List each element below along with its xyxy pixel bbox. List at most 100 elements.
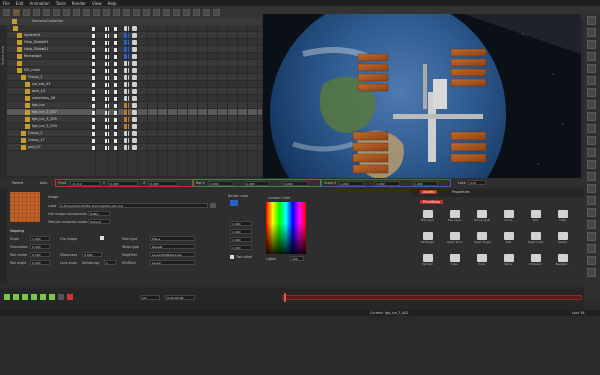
next-key-icon[interactable] xyxy=(40,294,46,300)
rot-z-field[interactable]: 0.000 xyxy=(282,181,308,186)
goto-end-icon[interactable] xyxy=(49,294,55,300)
primitive-item[interactable]: Cube xyxy=(555,209,570,224)
roll-center-field[interactable]: 0.500 xyxy=(30,252,50,257)
mag-filter-select[interactable]: LinearMipMapLinear xyxy=(150,252,195,257)
preview-icon[interactable] xyxy=(183,8,190,16)
scene-tree-row[interactable]: Group_17 xyxy=(7,137,262,144)
tab-parent[interactable]: Parent xyxy=(12,181,23,185)
camera-view-icon[interactable] xyxy=(587,100,596,109)
color-g-field[interactable]: 1.000 xyxy=(230,229,252,234)
scene-tree-row[interactable]: columbus_06 xyxy=(7,95,262,102)
scene-tree-row[interactable]: pod_07 xyxy=(7,144,262,151)
map-type-select[interactable]: Plane xyxy=(150,236,195,241)
cut-icon[interactable] xyxy=(53,8,60,16)
textured-icon[interactable] xyxy=(587,220,596,229)
texture-mode-select[interactable]: Default xyxy=(88,219,110,224)
scene-tree-row[interactable]: Group_1 xyxy=(7,74,262,81)
redo-icon[interactable] xyxy=(43,8,50,16)
primitive-item[interactable]: Super Cube xyxy=(528,231,543,246)
safe-frame-icon[interactable] xyxy=(587,184,596,193)
wrap-type-select[interactable]: Repeat xyxy=(150,244,195,249)
timeline-cursor[interactable] xyxy=(284,293,286,302)
menu-help[interactable]: Help xyxy=(107,1,116,6)
rotate-tool-icon[interactable] xyxy=(587,40,596,49)
goto-start-icon[interactable] xyxy=(4,294,10,300)
primitive-item[interactable]: Cone xyxy=(447,253,462,268)
copy-icon[interactable] xyxy=(63,8,70,16)
prev-key-icon[interactable] xyxy=(13,294,19,300)
help-icon[interactable] xyxy=(587,268,596,277)
browse-button[interactable] xyxy=(210,203,216,208)
light-tool-icon[interactable] xyxy=(587,112,596,121)
camera-icon[interactable] xyxy=(143,8,150,16)
scale-x-field[interactable]: 1.000 xyxy=(338,181,364,186)
hide-icon[interactable] xyxy=(587,244,596,253)
scene-tree-row[interactable] xyxy=(7,25,262,32)
3d-viewport[interactable] xyxy=(263,14,581,178)
move-icon[interactable] xyxy=(113,8,120,16)
primitive-item[interactable]: Disk xyxy=(501,231,516,246)
scene-tree-row[interactable]: fgb_ice_3_004 xyxy=(7,123,262,130)
flip-image-checkbox[interactable] xyxy=(100,236,104,240)
use-components-select[interactable]: RGBA xyxy=(88,211,110,216)
primitive-item[interactable]: Flat Layer xyxy=(420,209,435,224)
two-sided-checkbox[interactable] xyxy=(230,255,234,259)
wireframe-icon[interactable] xyxy=(587,196,596,205)
roll-angle-field[interactable]: 0.000 xyxy=(30,260,50,265)
scale-z-field[interactable]: 1.000 xyxy=(412,181,438,186)
pan-icon[interactable] xyxy=(587,64,596,73)
subtab-primitives[interactable]: Primitives xyxy=(420,200,444,204)
menu-file[interactable]: File xyxy=(3,1,10,6)
scene-tree-row[interactable]: sol_ext_03 xyxy=(7,81,262,88)
scene-tree-row[interactable]: Rectangle xyxy=(7,53,262,60)
scene-tree-vertical-tab[interactable]: Scene tree xyxy=(0,25,7,176)
scene-tree-row[interactable]: fgb_ice_2_007 xyxy=(7,109,262,116)
menu-render[interactable]: Render xyxy=(72,1,86,6)
sharpness-field[interactable]: 0.000 xyxy=(82,252,102,257)
scene-tree-row[interactable]: arm_15 xyxy=(7,88,262,95)
color-picker-grid[interactable] xyxy=(266,202,306,254)
open-folder-icon[interactable] xyxy=(13,8,20,16)
tab-properties[interactable]: Properties xyxy=(452,190,470,194)
primitive-item[interactable]: Cylinder xyxy=(420,253,435,268)
scene-tree-row[interactable]: ISS_main xyxy=(7,67,262,74)
scene-tree-row[interactable]: fgb_ice xyxy=(7,102,262,109)
scene-tree-row[interactable]: Group_2 xyxy=(7,130,262,137)
anisotropy-field[interactable]: 1 xyxy=(104,260,116,265)
time-field[interactable]: 0:00:00:00 xyxy=(165,295,195,300)
play-icon[interactable] xyxy=(22,294,28,300)
pivot-x-field[interactable]: -0.112 xyxy=(70,181,100,186)
lock-icon[interactable] xyxy=(587,256,596,265)
color-r-field[interactable]: 1.000 xyxy=(230,221,252,226)
snap-icon[interactable] xyxy=(587,160,596,169)
primitive-item[interactable]: Group xyxy=(501,209,516,224)
move-tool-icon[interactable] xyxy=(587,28,596,37)
timeline-track[interactable] xyxy=(282,295,582,300)
texture-icon[interactable] xyxy=(587,136,596,145)
save-icon[interactable] xyxy=(23,8,30,16)
settings-icon[interactable] xyxy=(203,8,210,16)
primitive-item[interactable]: Torus xyxy=(474,253,489,268)
primitive-item[interactable]: Super Torus xyxy=(447,231,462,246)
stop-icon[interactable] xyxy=(31,294,37,300)
delete-icon[interactable] xyxy=(83,8,90,16)
record-icon[interactable] xyxy=(67,294,73,300)
menu-edit[interactable]: Edit xyxy=(16,1,24,6)
primitive-item[interactable]: Prerop Layer xyxy=(474,209,490,224)
menu-view[interactable]: View xyxy=(92,1,102,6)
scene-tree-row[interactable]: fgb_ice_3_005 xyxy=(7,116,262,123)
scale-prop-field[interactable]: 1.000 xyxy=(30,236,50,241)
rot-x-field[interactable]: 0.000 xyxy=(208,181,234,186)
select-icon[interactable] xyxy=(587,16,596,25)
scene-tree-row[interactable]: Sphere01 xyxy=(7,32,262,39)
zoom-icon[interactable] xyxy=(587,76,596,85)
undo-icon[interactable] xyxy=(33,8,40,16)
search-icon[interactable] xyxy=(103,8,110,16)
scene-tree-row[interactable]: Halo_Globe01 xyxy=(7,46,262,53)
light-icon[interactable] xyxy=(153,8,160,16)
rot-y-field[interactable]: 0.000 xyxy=(244,181,270,186)
scene-tree-row[interactable] xyxy=(7,60,262,67)
image-path-field[interactable]: D:/Projects/Orbit/ISS_textures/fgb-skin.… xyxy=(58,203,208,208)
tab-assets[interactable]: Assets xyxy=(420,190,438,194)
bounding-box-icon[interactable] xyxy=(587,232,596,241)
